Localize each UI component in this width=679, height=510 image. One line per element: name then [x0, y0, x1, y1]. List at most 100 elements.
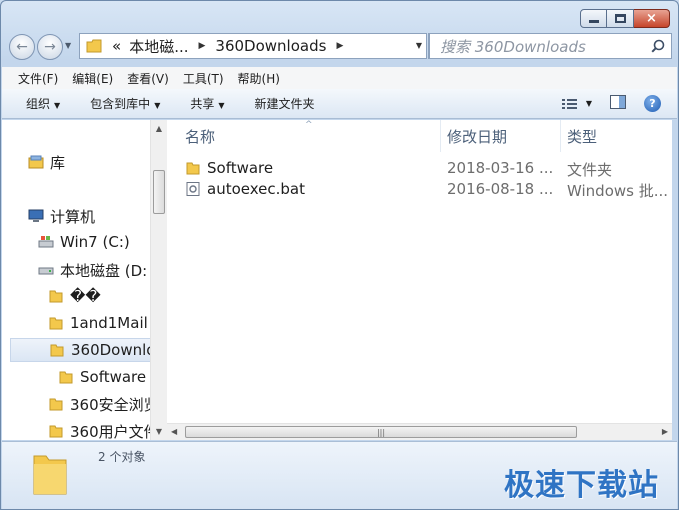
forward-button[interactable]: → [37, 34, 63, 60]
include-in-library-button[interactable]: 包含到库中 ▼ [90, 95, 160, 112]
caption-buttons: × [580, 9, 670, 28]
change-view-button[interactable]: ▼ [561, 98, 592, 110]
menu-view[interactable]: 查看(V) [127, 70, 169, 87]
menu-tools[interactable]: 工具(T) [183, 70, 224, 87]
chevron-down-icon: ▼ [585, 99, 592, 108]
file-type: Windows 批... [567, 182, 669, 200]
organize-button[interactable]: 组织 ▼ [26, 95, 60, 112]
tree-item-library[interactable]: 库 [28, 150, 65, 174]
folder-icon [49, 317, 63, 330]
tree-item-label: 库 [50, 153, 66, 172]
folder-icon [49, 425, 63, 438]
view-controls: ▼ ? [544, 95, 661, 112]
column-name[interactable]: 名称 [185, 126, 215, 147]
navigation-scrollbar[interactable]: ▲ ▼ [150, 120, 167, 440]
preview-pane-icon [610, 95, 626, 109]
tree-item-label: 360Downlo [71, 341, 150, 359]
folder-icon [59, 371, 73, 384]
batch-file-icon [186, 182, 200, 196]
file-row[interactable]: autoexec.bat 2016-08-18 ... Windows 批... [167, 180, 672, 201]
scroll-right-icon[interactable]: ▶ [662, 427, 668, 436]
file-name: autoexec.bat [207, 180, 305, 198]
tree-item-folder[interactable]: 360安全浏览 [48, 392, 150, 416]
file-list: ^ 名称 修改日期 类型 Software 2018-03-16 ... 文件夹… [167, 120, 672, 423]
address-dropdown-icon[interactable]: ▼ [416, 41, 422, 50]
tree-item-label: 360用户文件 [70, 422, 150, 441]
column-header: ^ 名称 修改日期 类型 [167, 120, 672, 152]
address-bar[interactable]: « 本地磁... ▶ 360Downloads ▶ ▼ [79, 33, 427, 59]
tree-item-label: 1and1Mail [70, 314, 148, 332]
back-button[interactable]: ← [9, 34, 35, 60]
preview-pane-button[interactable] [610, 95, 626, 112]
tree-item-folder[interactable]: Software [58, 365, 146, 389]
search-input[interactable]: 搜索 360Downloads [429, 33, 672, 59]
tree-item-folder[interactable]: 360用户文件 [48, 419, 150, 440]
tree-item-folder-selected[interactable]: 360Downlo [10, 338, 150, 362]
search-icon[interactable] [651, 39, 665, 53]
help-icon[interactable]: ? [644, 95, 661, 112]
drive-c-icon [38, 236, 54, 248]
breadcrumb-separator-icon[interactable]: ▶ [330, 41, 349, 51]
item-count: 2 个对象 [98, 450, 146, 464]
menu-bar: 文件(F) 编辑(E) 查看(V) 工具(T) 帮助(H) [2, 67, 677, 89]
tree-item-folder[interactable]: 1and1Mail [48, 311, 148, 335]
file-date: 2018-03-16 ... [447, 159, 554, 177]
share-label: 共享 [190, 97, 215, 111]
details-pane: 2 个对象 极速下载站 [2, 441, 677, 509]
breadcrumb-drive[interactable]: 本地磁... [125, 36, 192, 57]
folder-icon [49, 398, 63, 411]
scrollbar-thumb[interactable]: ||| [185, 426, 577, 438]
tree-item-drive-d[interactable]: 本地磁盘 (D: [38, 258, 147, 282]
breadcrumb-current[interactable]: 360Downloads [211, 37, 330, 55]
file-type: 文件夹 [567, 161, 613, 179]
close-button[interactable]: × [634, 9, 670, 28]
close-icon: × [646, 11, 657, 26]
tree-item-drive-c[interactable]: Win7 (C:) [38, 230, 130, 254]
tree-item-label: 本地磁盘 (D: [60, 261, 148, 280]
recent-pages-dropdown[interactable]: ▼ [65, 41, 71, 50]
scroll-left-icon[interactable]: ◀ [171, 427, 177, 436]
tree-item-label: Software [80, 368, 147, 386]
tree-item-label: 计算机 [50, 207, 96, 226]
column-type[interactable]: 类型 [567, 126, 597, 147]
column-date[interactable]: 修改日期 [447, 126, 507, 147]
menu-file[interactable]: 文件(F) [18, 70, 58, 87]
maximize-button[interactable] [607, 9, 634, 28]
share-button[interactable]: 共享 ▼ [190, 95, 224, 112]
scrollbar-thumb[interactable] [153, 170, 165, 214]
scroll-down-icon[interactable]: ▼ [151, 423, 167, 440]
include-in-library-label: 包含到库中 [90, 97, 151, 111]
tree-item-label: 360安全浏览 [70, 395, 150, 414]
tree-item-folder[interactable]: �� [48, 284, 101, 308]
column-divider[interactable] [560, 120, 561, 152]
minimize-icon [588, 20, 599, 23]
new-folder-button[interactable]: 新建文件夹 [255, 95, 315, 112]
folder-icon [186, 162, 200, 175]
chevron-down-icon: ▼ [218, 101, 225, 110]
address-prefix[interactable]: « [108, 37, 125, 55]
menu-help[interactable]: 帮助(H) [238, 70, 280, 87]
folder-icon [33, 455, 67, 495]
file-date: 2016-08-18 ... [447, 180, 554, 198]
tree-item-computer[interactable]: 计算机 [28, 204, 95, 228]
chevron-down-icon: ▼ [154, 101, 161, 110]
file-name-cell: Software [185, 159, 273, 177]
menu-edit[interactable]: 编辑(E) [72, 70, 113, 87]
breadcrumb-separator-icon[interactable]: ▶ [193, 41, 212, 51]
file-row[interactable]: Software 2018-03-16 ... 文件夹 [167, 159, 672, 180]
view-list-icon [561, 98, 577, 109]
navigation-row: ← → ▼ « 本地磁... ▶ 360Downloads ▶ ▼ ⇄ 搜索 3… [9, 33, 672, 61]
folder-icon [49, 290, 63, 303]
minimize-button[interactable] [580, 9, 607, 28]
grip-icon: ||| [376, 427, 386, 437]
computer-icon [28, 209, 44, 222]
navigation-pane: 库 计算机 Win7 (C:) 本地磁盘 (D: �� 1and1Mail 36… [2, 120, 150, 440]
sort-ascending-icon: ^ [305, 120, 313, 130]
column-divider[interactable] [440, 120, 441, 152]
file-list-horizontal-scrollbar[interactable]: ◀ ||| ▶ [167, 423, 672, 440]
folder-icon [50, 344, 64, 357]
explorer-window: × ← → ▼ « 本地磁... ▶ 360Downloads ▶ ▼ ⇄ 搜索… [0, 0, 679, 510]
file-name: Software [207, 159, 274, 177]
scroll-up-icon[interactable]: ▲ [151, 120, 167, 137]
forward-arrow-icon: → [44, 39, 56, 55]
